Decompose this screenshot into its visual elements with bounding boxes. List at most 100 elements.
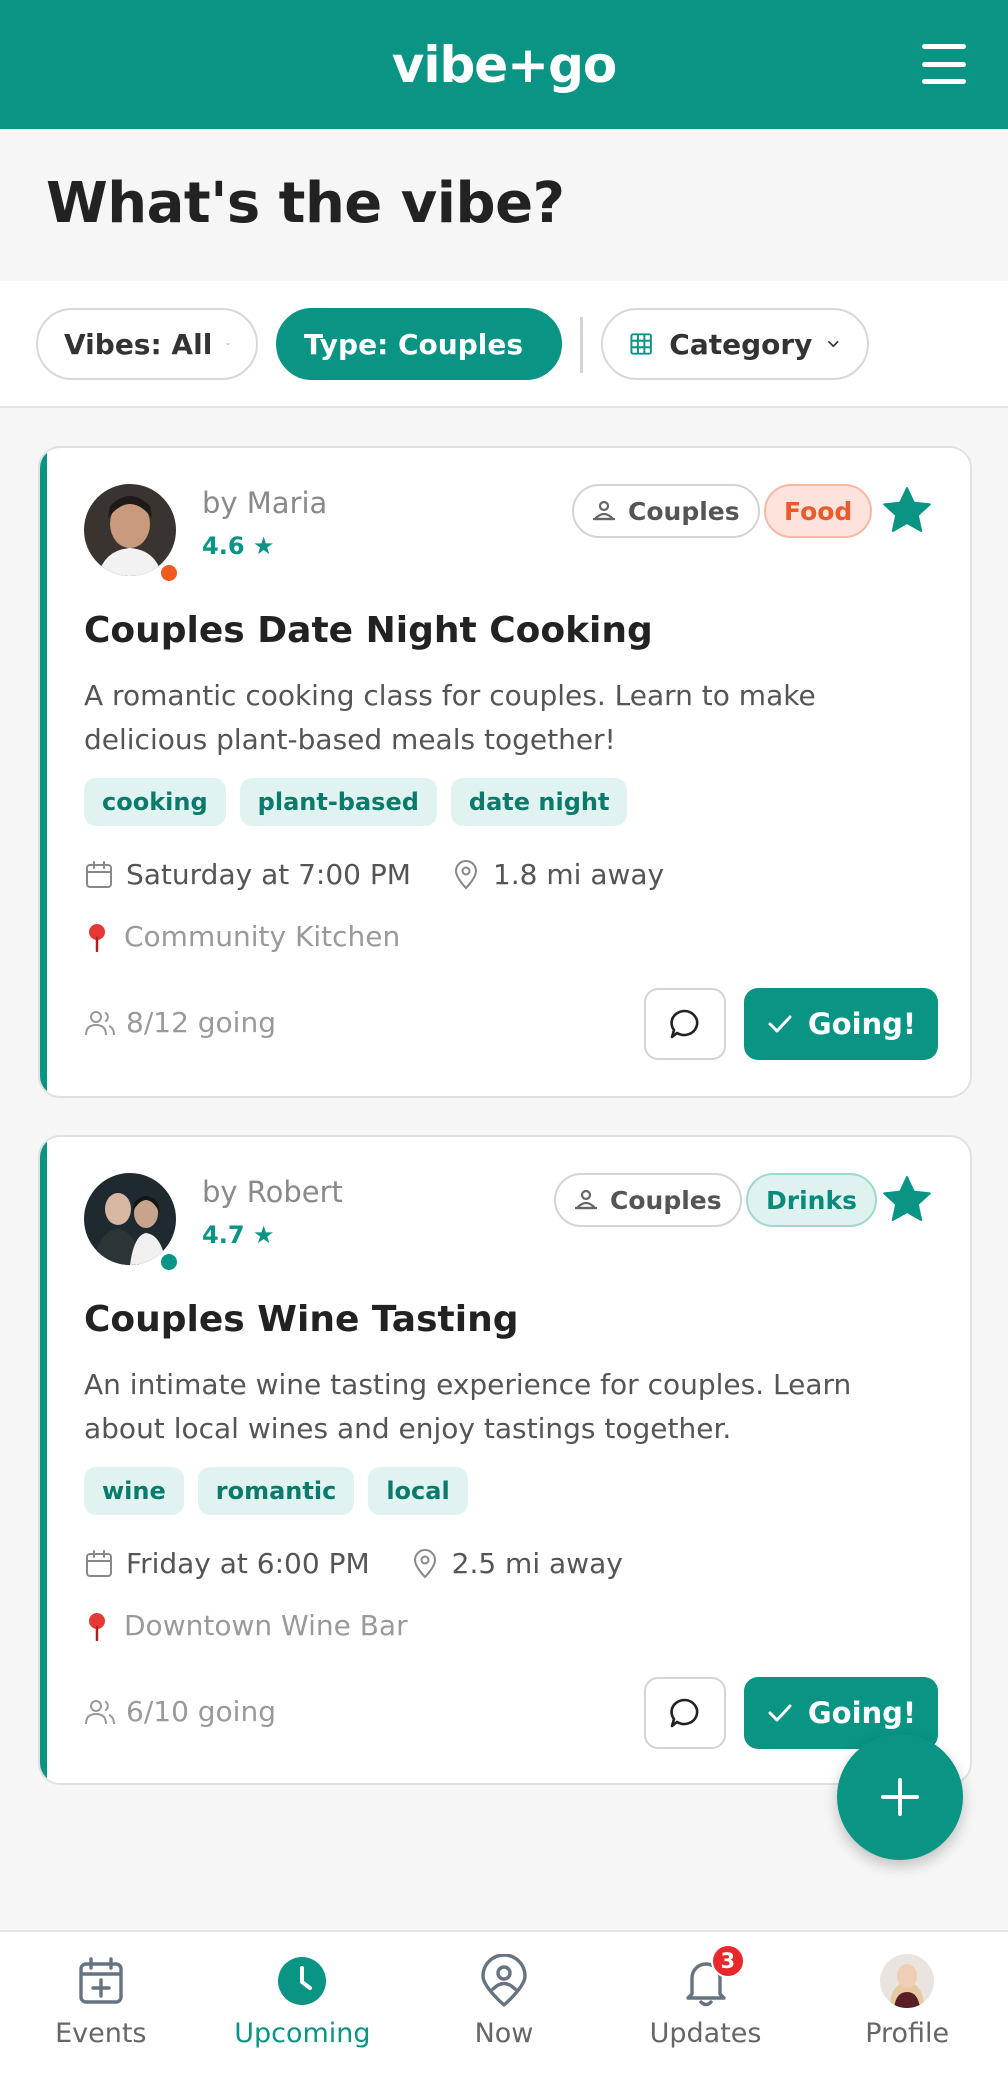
host-rating: 4.6 ★ [202,532,275,560]
category-tag-label: Drinks [766,1185,857,1215]
event-card[interactable]: by Maria 4.6 ★ Couples Food Couples Date… [38,446,972,1098]
tag-chip[interactable]: plant-based [239,778,437,826]
favorite-star-icon[interactable] [880,1173,934,1227]
type-filter-button[interactable]: Type: Couples [276,308,562,380]
calendar-icon [86,860,112,888]
event-meta: Saturday at 7:00 PM 1.8 mi away [84,858,704,891]
nav-label: Updates [649,2018,762,2049]
event-time-text: Friday at 6:00 PM [126,1547,370,1580]
chat-bubble-icon [670,1009,699,1039]
couples-icon [593,500,615,521]
attendee-count-text: 6/10 going [126,1695,276,1728]
tag-chip[interactable]: wine [84,1467,184,1515]
type-filter-label: Type: Couples [304,327,524,361]
event-meta: Friday at 6:00 PM 2.5 mi away [84,1547,663,1580]
status-dot [158,562,180,584]
host-avatar[interactable] [84,484,180,584]
map-pin-icon [413,1548,436,1578]
app-header: vibe+go [0,0,1008,129]
nav-now[interactable]: Now [403,1932,605,2074]
calendar-plus-icon [79,1957,123,2004]
going-button-label: Going! [807,1696,917,1730]
category-tag-label: Food [784,496,853,526]
logo-text: vibe+go [391,35,617,94]
hamburger-icon [922,44,966,49]
tag-chip[interactable]: romantic [197,1467,355,1515]
going-button[interactable]: Going! [744,988,938,1060]
tag-chip[interactable]: cooking [84,778,226,826]
users-icon [85,1010,115,1035]
tag-chip[interactable]: date night [450,778,628,826]
event-location-text: Downtown Wine Bar [124,1609,408,1642]
menu-button[interactable] [922,44,966,84]
nav-updates[interactable]: 3 Updates [605,1932,807,2074]
event-time: Saturday at 7:00 PM [84,858,411,891]
chat-button[interactable] [644,1677,726,1749]
favorite-star-icon[interactable] [880,484,934,538]
event-location[interactable]: Community Kitchen [84,920,400,953]
host-name[interactable]: by Maria [202,486,327,520]
check-icon [768,1704,792,1722]
type-tag-label: Couples [610,1185,722,1215]
attendee-count: 8/12 going [84,1006,276,1039]
event-time-text: Saturday at 7:00 PM [126,858,411,891]
chevron-down-icon [226,343,230,345]
event-card[interactable]: by Robert 4.7 ★ Couples Drinks Couples W… [38,1135,972,1785]
going-button-label: Going! [807,1007,917,1041]
nav-profile[interactable]: Profile [806,1932,1008,2074]
couples-icon [575,1189,597,1210]
category-filter-button[interactable]: Category [601,308,869,380]
nav-upcoming[interactable]: Upcoming [202,1932,404,2074]
avatar [880,1954,935,2008]
host-rating: 4.7 ★ [202,1221,275,1249]
profile-photo [880,1954,935,2008]
vibes-filter-button[interactable]: Vibes: All [36,308,258,380]
check-icon [768,1015,792,1033]
nav-events[interactable]: Events [0,1932,202,2074]
clock-icon [278,1957,327,2005]
type-tag: Couples [554,1173,742,1227]
category-tag: Food [764,484,873,538]
page-title: What's the vibe? [46,171,565,236]
grid-icon [630,333,652,355]
host-photo [84,1173,176,1265]
create-event-button[interactable] [837,1734,963,1860]
event-title[interactable]: Couples Wine Tasting [84,1299,518,1340]
users-icon [85,1699,115,1724]
bottom-nav: Events Upcoming Now 3 Updates Profile [0,1930,1008,2074]
app-logo[interactable]: vibe+go [391,35,617,94]
type-tag: Couples [572,484,760,538]
nav-label: Events [55,2018,147,2049]
type-tag-label: Couples [628,496,740,526]
event-distance: 1.8 mi away [451,858,664,891]
red-pin-icon [89,1612,105,1641]
chat-button[interactable] [644,988,726,1060]
event-description: A romantic cooking class for couples. Le… [84,679,816,756]
notification-badge: 3 [710,1944,745,1978]
red-pin-icon [89,923,105,952]
chat-bubble-icon [670,1698,699,1728]
nav-label: Now [474,2018,534,2049]
event-distance: 2.5 mi away [410,1547,623,1580]
location-user-icon [481,1954,527,2007]
event-location[interactable]: Downtown Wine Bar [84,1609,408,1642]
nav-label: Profile [865,2018,950,2049]
category-filter-label: Category [669,327,813,361]
host-photo [84,484,176,576]
filter-bar: Vibes: All Type: Couples Category [0,281,1008,408]
title-section: What's the vibe? [0,129,1008,281]
filter-divider [580,317,583,373]
event-title[interactable]: Couples Date Night Cooking [84,610,653,651]
attendee-count-text: 8/12 going [126,1006,276,1039]
event-tags: wine romantic local [84,1467,468,1515]
attendee-count: 6/10 going [84,1695,276,1728]
event-description: An intimate wine tasting experience for … [84,1368,852,1445]
event-distance-text: 1.8 mi away [492,858,665,891]
chevron-down-icon [828,340,839,348]
host-name[interactable]: by Robert [202,1175,343,1209]
category-tag: Drinks [746,1173,877,1227]
event-distance-text: 2.5 mi away [451,1547,623,1580]
tag-chip[interactable]: local [368,1467,468,1515]
map-pin-icon [454,859,477,889]
host-avatar[interactable] [84,1173,180,1273]
